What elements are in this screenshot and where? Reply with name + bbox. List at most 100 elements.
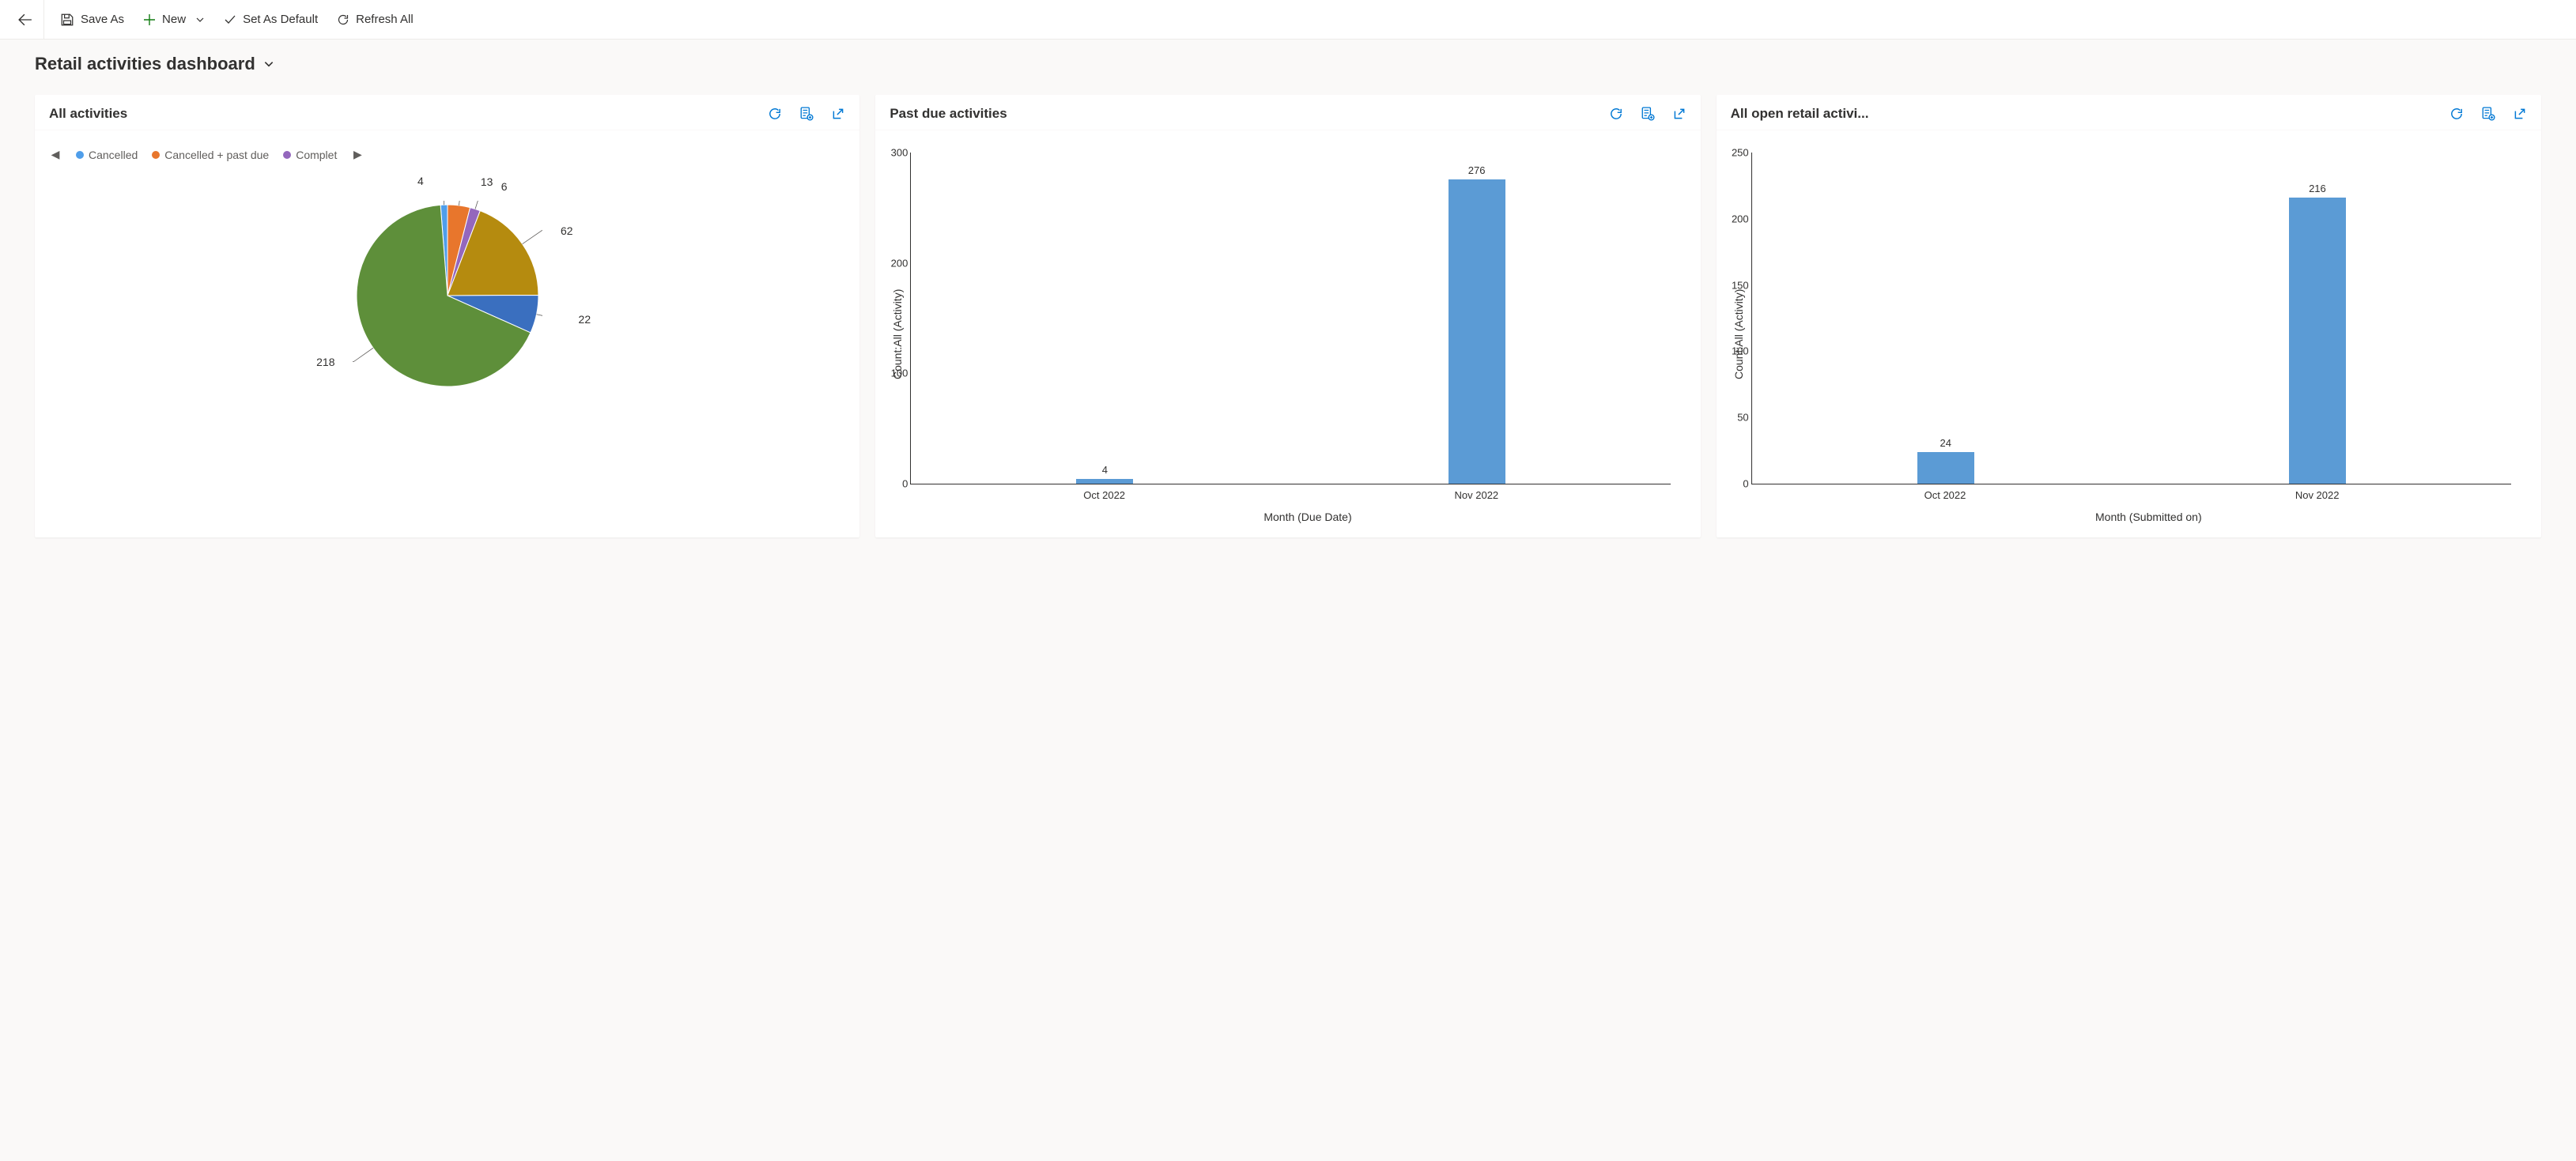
new-label: New: [162, 13, 186, 26]
card-header: All activities: [35, 95, 859, 130]
card-body: Count:All (Activity) 050100150200250 24 …: [1717, 130, 2541, 537]
legend-item-completed[interactable]: Complet: [283, 149, 337, 161]
card-actions: [1609, 107, 1686, 121]
popout-icon: [831, 107, 845, 121]
x-axis-label: Month (Submitted on): [1770, 501, 2527, 523]
new-button[interactable]: New: [134, 2, 214, 37]
cards-row: All activities ◀: [0, 81, 2576, 561]
legend-dot: [76, 151, 84, 159]
bar[interactable]: [1449, 179, 1505, 484]
refresh-card-button[interactable]: [768, 107, 782, 121]
pie-chart[interactable]: [353, 201, 542, 390]
bar-chart-open-retail[interactable]: Count:All (Activity) 050100150200250 24 …: [1731, 145, 2527, 523]
y-tick: 200: [1717, 213, 1749, 224]
chevron-down-icon: [263, 58, 274, 70]
bar-value-label: 216: [2309, 183, 2326, 194]
page-title-row[interactable]: Retail activities dashboard: [0, 40, 2576, 81]
pie-slice-label: 218: [316, 356, 334, 368]
x-tick: Nov 2022: [1290, 489, 1663, 501]
refresh-icon: [337, 13, 349, 26]
legend-item-cancelled[interactable]: Cancelled: [76, 149, 138, 161]
card-body: ◀ Cancelled Cancelled + past due Complet…: [35, 130, 859, 537]
bar-column: 276: [1291, 153, 1663, 484]
bar-column: 4: [919, 153, 1290, 484]
popout-icon: [2513, 107, 2527, 121]
records-icon: [1641, 107, 1655, 121]
page-body: Retail activities dashboard All activiti…: [0, 40, 2576, 1161]
bar-value-label: 276: [1468, 164, 1486, 176]
records-icon: [2481, 107, 2495, 121]
card-header: Past due activities: [875, 95, 1700, 130]
plot-area: 050100150200250 24 216: [1751, 153, 2511, 484]
card-actions: [2449, 107, 2527, 121]
card-all-activities: All activities ◀: [35, 95, 859, 537]
pie-slice-label: 13: [481, 175, 493, 188]
refresh-icon: [2449, 107, 2464, 121]
save-as-label: Save As: [81, 13, 124, 26]
x-tick: Nov 2022: [2131, 489, 2503, 501]
legend-next-button[interactable]: ▶: [351, 148, 364, 161]
set-default-button[interactable]: Set As Default: [214, 2, 327, 37]
card-title: All activities: [49, 106, 768, 122]
records-icon: [799, 107, 814, 121]
refresh-all-label: Refresh All: [356, 13, 414, 26]
legend-label: Cancelled + past due: [164, 149, 269, 161]
check-icon: [224, 13, 236, 26]
bar-column: 24: [1760, 153, 2132, 484]
bar-value-label: 24: [1940, 437, 1951, 449]
legend-label: Complet: [296, 149, 337, 161]
command-bar: Save As New Set As Default Refresh All: [0, 0, 2576, 40]
refresh-card-button[interactable]: [1609, 107, 1623, 121]
pie-slice-label: 62: [561, 224, 573, 237]
x-tick: Oct 2022: [918, 489, 1290, 501]
card-actions: [768, 107, 845, 121]
pie-slice-label: 6: [501, 180, 508, 193]
bar[interactable]: [1917, 452, 1974, 484]
bar-chart-past-due[interactable]: Count:All (Activity) 0100200300 4 276 Oc…: [890, 145, 1686, 523]
legend-dot: [283, 151, 291, 159]
bar-value-label: 4: [1102, 464, 1108, 476]
legend-item-cancelled-past-due[interactable]: Cancelled + past due: [152, 149, 269, 161]
y-tick: 100: [876, 368, 908, 379]
save-as-button[interactable]: Save As: [51, 2, 134, 37]
legend-prev-button[interactable]: ◀: [49, 148, 62, 161]
back-button[interactable]: [6, 0, 44, 40]
view-records-button[interactable]: [799, 107, 814, 121]
card-past-due: Past due activities Count:All (Activity): [875, 95, 1700, 537]
plot-area: 0100200300 4 276: [910, 153, 1670, 484]
card-title: Past due activities: [890, 106, 1608, 122]
popout-button[interactable]: [1672, 107, 1686, 121]
view-records-button[interactable]: [2481, 107, 2495, 121]
bar[interactable]: [1076, 479, 1133, 484]
bar[interactable]: [2289, 198, 2346, 484]
refresh-icon: [1609, 107, 1623, 121]
refresh-icon: [768, 107, 782, 121]
view-records-button[interactable]: [1641, 107, 1655, 121]
y-tick: 0: [1717, 479, 1749, 489]
refresh-card-button[interactable]: [2449, 107, 2464, 121]
chevron-down-icon: [195, 15, 205, 25]
x-tick: Oct 2022: [1759, 489, 2132, 501]
pie-slice-label: 22: [579, 313, 591, 326]
pie-slice-label: 4: [417, 175, 424, 187]
card-title: All open retail activi...: [1731, 106, 2449, 122]
bar-column: 216: [2132, 153, 2503, 484]
popout-button[interactable]: [2513, 107, 2527, 121]
page-title: Retail activities dashboard: [35, 54, 255, 74]
x-axis-label: Month (Due Date): [929, 501, 1686, 523]
save-as-icon: [60, 13, 74, 27]
card-header: All open retail activi...: [1717, 95, 2541, 130]
card-body: Count:All (Activity) 0100200300 4 276 Oc…: [875, 130, 1700, 537]
y-tick: 150: [1717, 280, 1749, 290]
popout-icon: [1672, 107, 1686, 121]
card-open-retail: All open retail activi... Count:All (Act…: [1717, 95, 2541, 537]
arrow-left-icon: [18, 13, 32, 27]
y-tick: 0: [876, 479, 908, 489]
legend-label: Cancelled: [89, 149, 138, 161]
plus-icon: [143, 13, 156, 26]
pie-legend: ◀ Cancelled Cancelled + past due Complet…: [49, 145, 845, 177]
y-tick: 50: [1717, 413, 1749, 423]
popout-button[interactable]: [831, 107, 845, 121]
refresh-all-button[interactable]: Refresh All: [327, 2, 423, 37]
set-default-label: Set As Default: [243, 13, 318, 26]
